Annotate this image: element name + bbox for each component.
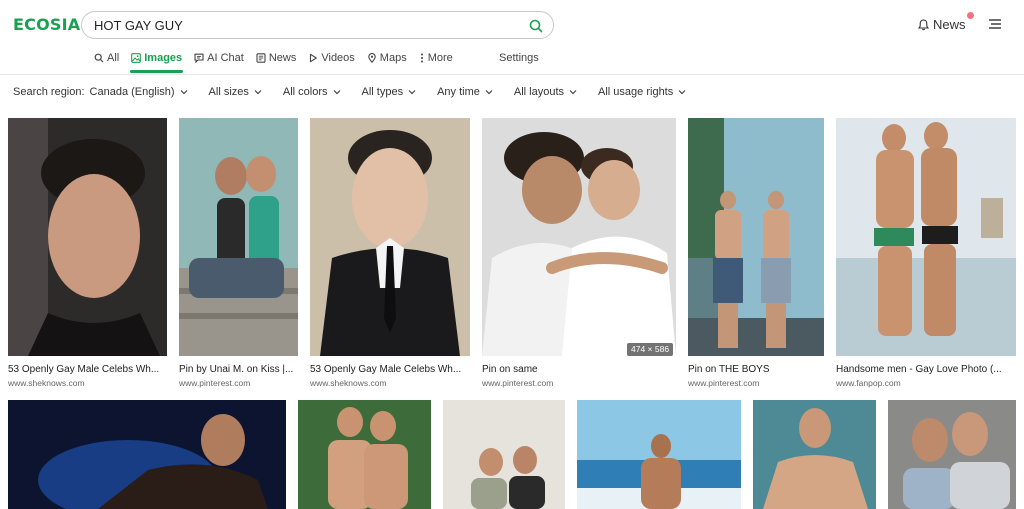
chevron-down-icon [254,90,262,95]
image-dimensions-badge: 474 × 586 [627,343,674,356]
bell-icon [918,18,929,30]
result-image[interactable] [8,400,286,509]
map-pin-icon [368,53,376,63]
tab-label: Maps [379,52,407,64]
result-source: www.pinterest.com [179,378,251,388]
result-caption[interactable]: 53 Openly Gay Male Celebs Wh... [310,364,470,375]
region-label: Search region: [13,86,85,98]
chevron-down-icon [408,90,416,95]
tab-more[interactable]: More [419,51,453,65]
search-type-tabs: All Images AI Chat News Videos Maps More [94,51,465,75]
news-link[interactable]: News [918,17,966,32]
active-tab-indicator [130,70,184,73]
tab-label: News [268,52,297,64]
chevron-down-icon [333,90,340,95]
search-input[interactable] [94,15,514,35]
result-image[interactable] [179,118,298,356]
filter-time-dropdown[interactable]: Any time [437,86,493,98]
tab-label: More [427,52,453,64]
chevron-down-icon [485,90,493,95]
tab-maps[interactable]: Maps [367,51,407,65]
image-icon [131,53,142,63]
tab-label: Images [144,52,183,64]
hamburger-icon[interactable] [988,18,1002,30]
result-image[interactable] [443,400,565,509]
result-caption[interactable]: Handsome men - Gay Love Photo (... [836,364,1016,375]
tab-all[interactable]: All [94,51,119,65]
result-caption[interactable]: Pin by Unai M. on Kiss |... [179,364,298,375]
news-label: News [933,17,966,32]
filter-bar: Search region: Canada (English) All size… [13,85,707,99]
tab-settings[interactable]: Settings [499,52,539,64]
result-source: www.sheknows.com [310,378,387,388]
filter-rights-dropdown[interactable]: All usage rights [598,86,686,98]
filter-layout-dropdown[interactable]: All layouts [514,86,577,98]
filter-label: Any time [437,86,480,98]
result-image[interactable] [310,118,470,356]
result-source: www.fanpop.com [836,378,901,388]
region-value: Canada (English) [89,86,175,98]
ecosia-logo[interactable]: ECOSIA [13,15,80,34]
result-image[interactable] [888,400,1016,509]
chat-icon [194,53,204,63]
result-caption[interactable]: 53 Openly Gay Male Celebs Wh... [8,364,167,375]
filter-type-dropdown[interactable]: All types [362,86,417,98]
result-image[interactable] [836,118,1016,356]
result-image[interactable] [753,400,876,509]
top-header: ECOSIA News All Images AI C [0,0,1024,75]
chevron-down-icon [569,90,577,95]
result-image[interactable] [577,400,741,509]
newspaper-icon [256,53,266,63]
filter-label: All layouts [513,86,565,98]
result-caption[interactable]: Pin on same [482,364,676,375]
result-source: www.pinterest.com [482,378,554,388]
more-vertical-icon [420,53,423,63]
region-dropdown[interactable]: Canada (English) [90,86,188,98]
result-source: www.sheknows.com [8,378,85,388]
tab-label: All [107,52,120,64]
tab-label: AI Chat [207,52,244,64]
tab-ai-chat[interactable]: AI Chat [194,51,244,65]
result-source: www.pinterest.com [688,378,760,388]
tab-news[interactable]: News [256,51,297,65]
filter-size-dropdown[interactable]: All sizes [209,86,262,98]
result-image[interactable] [8,118,167,356]
play-icon [310,53,318,63]
filter-color-dropdown[interactable]: All colors [283,86,341,98]
tab-label: Videos [321,52,355,64]
result-image[interactable] [298,400,431,509]
tab-images[interactable]: Images [130,51,184,73]
tab-videos[interactable]: Videos [308,51,355,65]
filter-label: All colors [282,86,328,98]
chevron-down-icon [180,90,187,95]
result-image[interactable] [482,118,676,356]
chevron-down-icon [678,90,686,95]
result-image[interactable] [688,118,824,356]
filter-label: All sizes [208,86,249,98]
search-icon[interactable] [528,18,544,34]
result-caption[interactable]: Pin on THE BOYS [688,364,824,375]
notification-dot [967,12,974,19]
search-icon [94,53,104,63]
filter-label: All types [361,86,404,98]
filter-label: All usage rights [598,86,674,98]
search-bar[interactable] [81,11,554,39]
